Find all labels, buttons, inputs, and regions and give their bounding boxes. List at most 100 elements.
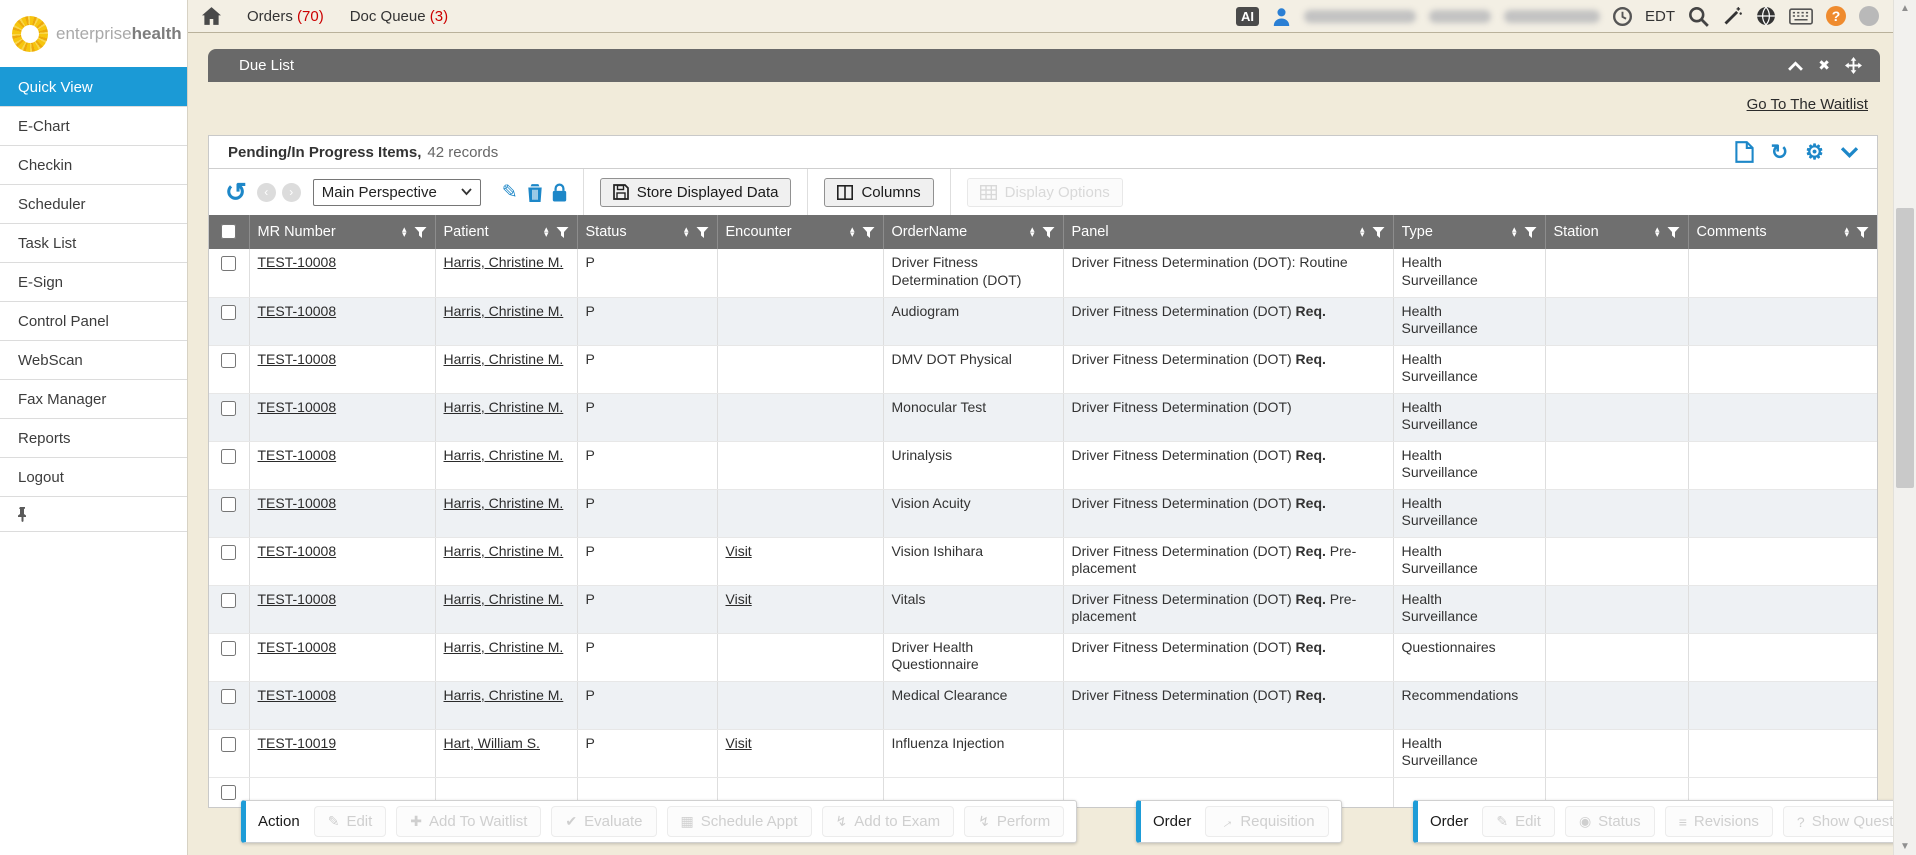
perform-button[interactable]: ↯Perform	[964, 806, 1064, 837]
prev-perspective-icon[interactable]: ‹	[257, 183, 276, 202]
move-icon[interactable]	[1845, 57, 1862, 74]
go-to-waitlist-link[interactable]: Go To The Waitlist	[1747, 96, 1868, 113]
globe-icon[interactable]	[1756, 6, 1776, 26]
delete-perspective-icon[interactable]	[527, 183, 543, 202]
sidebar-item-webscan[interactable]: WebScan	[0, 340, 187, 379]
mr-number-link[interactable]: TEST-10008	[258, 254, 337, 270]
keyboard-icon[interactable]	[1789, 8, 1813, 25]
row-checkbox[interactable]	[221, 641, 236, 656]
patient-link[interactable]: Harris, Christine M.	[444, 399, 564, 415]
row-checkbox[interactable]	[221, 545, 236, 560]
filter-icon[interactable]	[862, 226, 875, 239]
search-icon[interactable]	[1688, 6, 1709, 27]
refresh-icon[interactable]: ↻	[1771, 142, 1789, 163]
mr-number-link[interactable]: TEST-10008	[258, 639, 337, 655]
home-icon[interactable]	[202, 7, 221, 25]
patient-link[interactable]: Harris, Christine M.	[444, 495, 564, 511]
close-icon[interactable]: ✖	[1818, 57, 1830, 74]
row-checkbox[interactable]	[221, 305, 236, 320]
help-icon[interactable]: ?	[1826, 6, 1846, 26]
patient-link[interactable]: Harris, Christine M.	[444, 254, 564, 270]
nav-orders[interactable]: Orders (70)	[247, 8, 324, 25]
column-header-mr-number[interactable]: MR Number▴▾	[249, 215, 435, 249]
mr-number-link[interactable]: TEST-10008	[258, 495, 337, 511]
patient-link[interactable]: Harris, Christine M.	[444, 447, 564, 463]
export-page-icon[interactable]	[1735, 141, 1754, 163]
patient-link[interactable]: Harris, Christine M.	[444, 303, 564, 319]
filter-icon[interactable]	[1667, 226, 1680, 239]
sidebar-item-control-panel[interactable]: Control Panel	[0, 301, 187, 340]
page-scrollbar[interactable]: ▲ ▼	[1893, 0, 1916, 855]
evaluate-button[interactable]: ✔Evaluate	[551, 806, 656, 837]
row-checkbox[interactable]	[221, 449, 236, 464]
revisions-button[interactable]: ≡Revisions	[1665, 806, 1773, 837]
column-header-station[interactable]: Station▴▾	[1545, 215, 1688, 249]
patient-link[interactable]: Harris, Christine M.	[444, 687, 564, 703]
sidebar-item-quick-view[interactable]: Quick View	[0, 67, 187, 106]
patient-link[interactable]: Harris, Christine M.	[444, 351, 564, 367]
sidebar-item-e-sign[interactable]: E-Sign	[0, 262, 187, 301]
sort-icon[interactable]: ▴▾	[1844, 227, 1849, 237]
column-header-encounter[interactable]: Encounter▴▾	[717, 215, 883, 249]
mr-number-link[interactable]: TEST-10008	[258, 303, 337, 319]
clock-icon[interactable]	[1613, 7, 1632, 26]
column-header-status[interactable]: Status▴▾	[577, 215, 717, 249]
show-questions-button[interactable]: ?Show Questions	[1783, 806, 1893, 837]
column-header-patient[interactable]: Patient▴▾	[435, 215, 577, 249]
sidebar-item-checkin[interactable]: Checkin	[0, 145, 187, 184]
encounter-link[interactable]: Visit	[726, 543, 752, 559]
add-to-exam-button[interactable]: ↯Add to Exam	[822, 806, 955, 837]
row-checkbox[interactable]	[221, 401, 236, 416]
avatar[interactable]	[1859, 6, 1879, 26]
edit-button[interactable]: ✎Edit	[1482, 806, 1555, 837]
row-checkbox[interactable]	[221, 497, 236, 512]
filter-icon[interactable]	[1524, 226, 1537, 239]
sidebar-item-task-list[interactable]: Task List	[0, 223, 187, 262]
filter-icon[interactable]	[1856, 226, 1869, 239]
filter-icon[interactable]	[414, 226, 427, 239]
sort-icon[interactable]: ▴▾	[1360, 227, 1365, 237]
schedule-appt-button[interactable]: ▦Schedule Appt	[667, 806, 812, 837]
scroll-up-icon[interactable]: ▲	[1894, 0, 1916, 17]
sort-icon[interactable]: ▴▾	[544, 227, 549, 237]
magic-wand-icon[interactable]	[1722, 6, 1743, 27]
column-header-ordername[interactable]: OrderName▴▾	[883, 215, 1063, 249]
perspective-select[interactable]: Main Perspective	[313, 179, 481, 206]
row-checkbox[interactable]	[221, 689, 236, 704]
sort-icon[interactable]: ▴▾	[402, 227, 407, 237]
filter-icon[interactable]	[1372, 226, 1385, 239]
patient-link[interactable]: Harris, Christine M.	[444, 591, 564, 607]
mr-number-link[interactable]: TEST-10008	[258, 447, 337, 463]
mr-number-link[interactable]: TEST-10008	[258, 687, 337, 703]
status-button[interactable]: ◉Status	[1565, 806, 1655, 837]
add-to-waitlist-button[interactable]: ✚Add To Waitlist	[396, 806, 541, 837]
chevron-down-icon[interactable]	[1841, 147, 1858, 158]
encounter-link[interactable]: Visit	[726, 735, 752, 751]
display-options-button[interactable]: Display Options	[967, 178, 1123, 207]
undo-icon[interactable]: ↺	[225, 179, 247, 205]
sort-icon[interactable]: ▴▾	[1655, 227, 1660, 237]
columns-button[interactable]: Columns	[824, 178, 933, 207]
sort-icon[interactable]: ▴▾	[1512, 227, 1517, 237]
filter-icon[interactable]	[1042, 226, 1055, 239]
mr-number-link[interactable]: TEST-10019	[258, 735, 337, 751]
requisition-button[interactable]: →Requisition	[1205, 806, 1328, 837]
column-header-type[interactable]: Type▴▾	[1393, 215, 1545, 249]
mr-number-link[interactable]: TEST-10008	[258, 543, 337, 559]
select-all-checkbox[interactable]	[221, 224, 236, 239]
mr-number-link[interactable]: TEST-10008	[258, 351, 337, 367]
edit-button[interactable]: ✎Edit	[314, 806, 387, 837]
column-header-comments[interactable]: Comments▴▾	[1688, 215, 1877, 249]
row-checkbox[interactable]	[221, 785, 236, 800]
filter-icon[interactable]	[696, 226, 709, 239]
patient-link[interactable]: Harris, Christine M.	[444, 639, 564, 655]
scroll-down-icon[interactable]: ▼	[1894, 838, 1916, 855]
row-checkbox[interactable]	[221, 593, 236, 608]
nav-doc-queue[interactable]: Doc Queue (3)	[350, 8, 448, 25]
sidebar-item-e-chart[interactable]: E-Chart	[0, 106, 187, 145]
mr-number-link[interactable]: TEST-10008	[258, 591, 337, 607]
filter-icon[interactable]	[556, 226, 569, 239]
sidebar-item-fax-manager[interactable]: Fax Manager	[0, 379, 187, 418]
sidebar-item-reports[interactable]: Reports	[0, 418, 187, 457]
next-perspective-icon[interactable]: ›	[282, 183, 301, 202]
